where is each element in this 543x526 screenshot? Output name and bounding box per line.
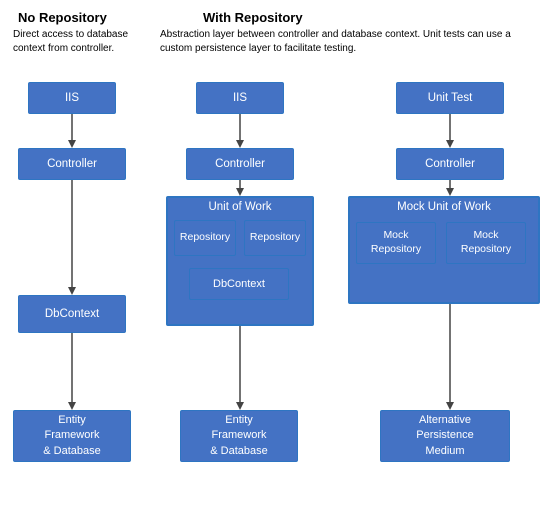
col1-iis: IIS xyxy=(28,82,116,114)
col3-mock-repo1: MockRepository xyxy=(356,222,436,264)
col3-controller: Controller xyxy=(396,148,504,180)
col2-uow-box xyxy=(166,196,314,326)
col3-unit-test: Unit Test xyxy=(396,82,504,114)
col3-mock-uow-label: Mock Unit of Work xyxy=(353,201,535,213)
col2-uow-label: Unit of Work xyxy=(172,201,308,213)
with-repo-desc: Abstraction layer between controller and… xyxy=(160,28,528,55)
col2-repo1: Repository xyxy=(174,220,236,256)
col1-ef: EntityFramework& Database xyxy=(13,410,131,462)
no-repo-desc: Direct access to database context from c… xyxy=(13,28,133,55)
col2-dbcontext: DbContext xyxy=(189,268,289,300)
col1-controller: Controller xyxy=(18,148,126,180)
col2-controller: Controller xyxy=(186,148,294,180)
col2-iis: IIS xyxy=(196,82,284,114)
with-repo-title: With Repository xyxy=(203,10,303,25)
diagram-container: No Repository With Repository Direct acc… xyxy=(0,0,543,526)
col1-dbcontext: DbContext xyxy=(18,295,126,333)
col3-mock-repo2: MockRepository xyxy=(446,222,526,264)
col3-alt: AlternativePersistenceMedium xyxy=(380,410,510,462)
full-layout: No Repository With Repository Direct acc… xyxy=(8,10,535,500)
col2-ef: EntityFramework& Database xyxy=(180,410,298,462)
no-repo-title: No Repository xyxy=(18,10,107,25)
col2-repo2: Repository xyxy=(244,220,306,256)
